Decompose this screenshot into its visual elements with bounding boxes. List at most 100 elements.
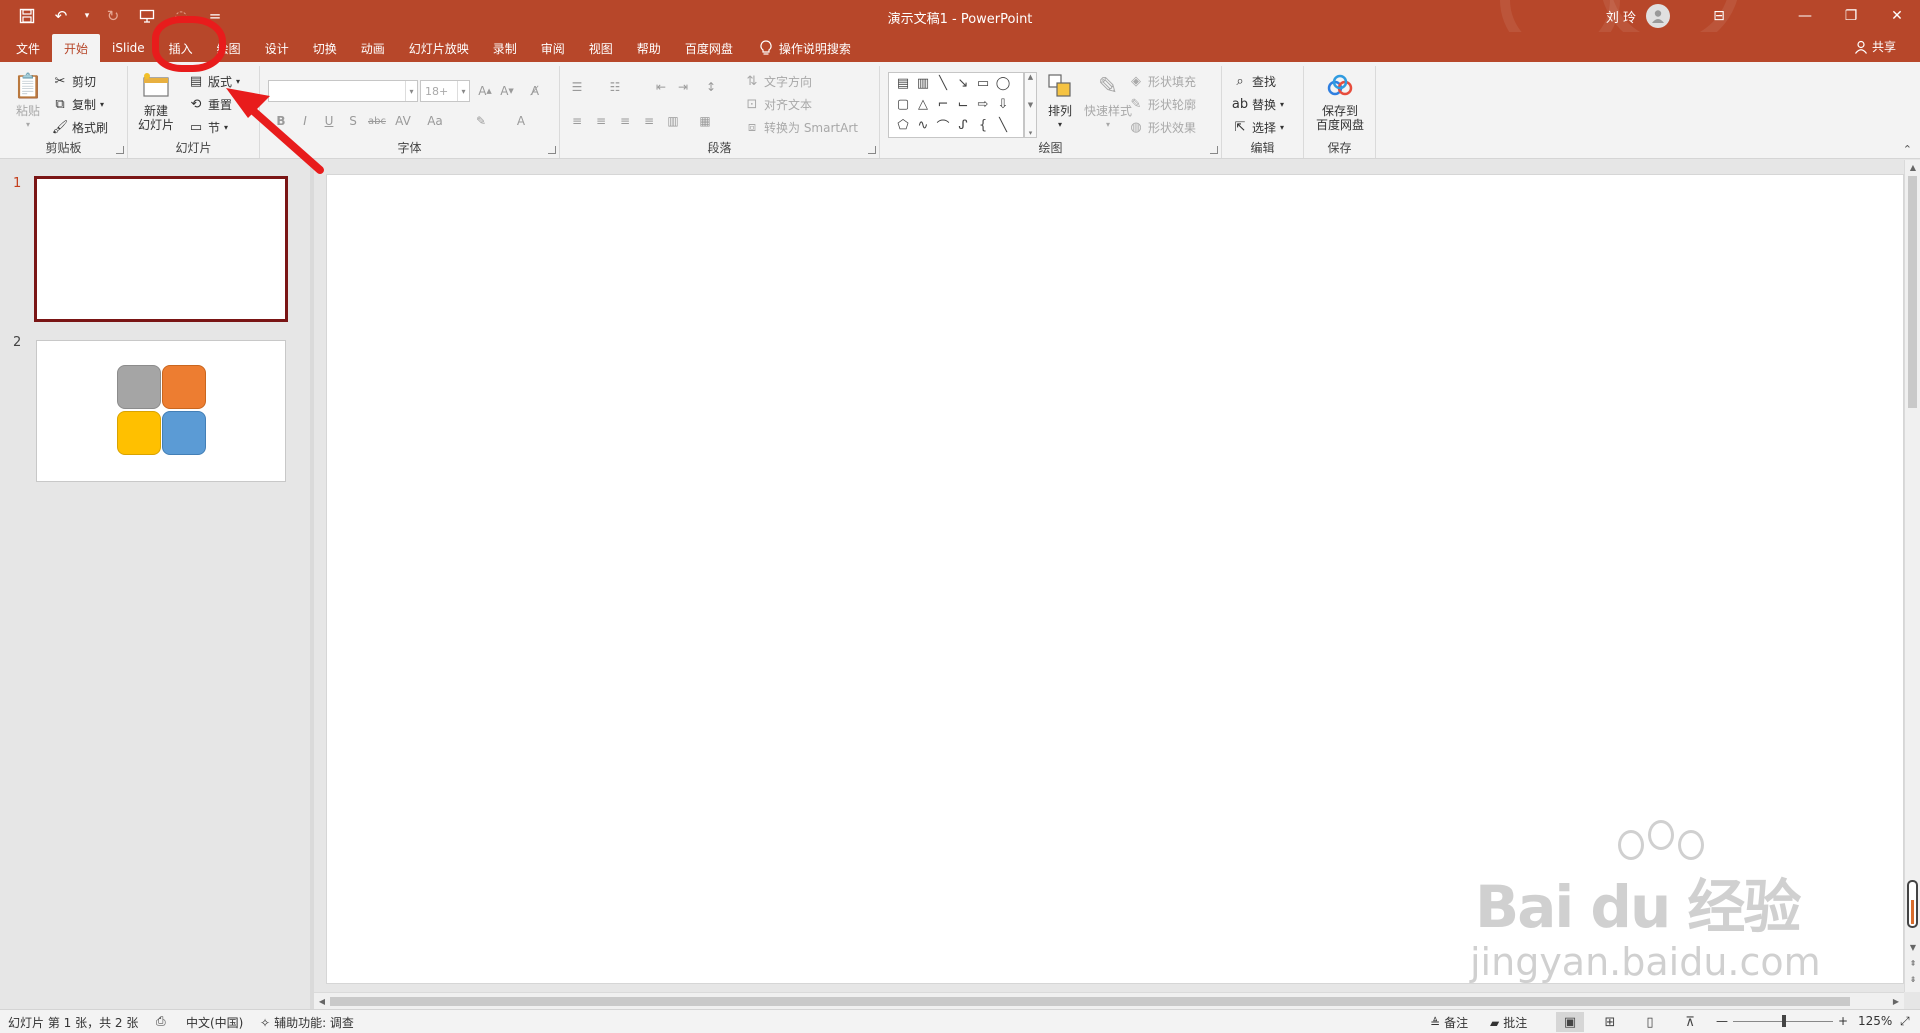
format-painter-button[interactable]: 🖌 格式刷 — [52, 117, 108, 137]
shapes-gallery[interactable]: ▤ ▥ ╲ ↘ ▭ ◯ ▢ △ ⌐ ⌙ ⇨ ⇩ ⬠ ∿ ⌒ ᔑ { ╲ — [888, 72, 1024, 138]
normal-view-icon[interactable]: ▣ — [1556, 1012, 1584, 1032]
spellcheck-icon[interactable]: ⎙ — [156, 1014, 166, 1029]
user-account[interactable]: 刘 玲 — [1606, 4, 1670, 28]
highlight-icon[interactable]: ✎ — [470, 110, 492, 132]
shape-textbox-icon[interactable]: ▤ — [893, 73, 913, 94]
shape-right-arrow-icon[interactable]: ⇨ — [973, 94, 993, 115]
vertical-scroll-thumb[interactable] — [1908, 176, 1917, 408]
increase-indent-icon[interactable]: ⇥ — [672, 76, 694, 98]
gallery-more-icon[interactable]: ▾ — [1029, 129, 1033, 137]
shrink-font-icon[interactable]: A ▼ — [496, 80, 518, 102]
shape-arc-icon[interactable]: ⌒ — [933, 115, 953, 136]
columns-icon[interactable]: ▦ — [694, 110, 716, 132]
previous-slide-icon[interactable]: ⇞ — [1905, 956, 1920, 970]
zoom-slider[interactable] — [1733, 1015, 1833, 1027]
scroll-position-indicator[interactable] — [1907, 880, 1918, 928]
shape-vtextbox-icon[interactable]: ▥ — [913, 73, 933, 94]
scroll-right-icon[interactable]: ▶ — [1888, 994, 1904, 1008]
vertical-scrollbar[interactable]: ▲ ▼ ⇞ ⇟ — [1904, 160, 1920, 992]
tab-review[interactable]: 审阅 — [529, 34, 577, 62]
font-launcher-icon[interactable] — [548, 146, 556, 154]
reset-button[interactable]: ⟲ 重置 — [188, 94, 232, 114]
shape-brace-icon[interactable]: { — [973, 115, 993, 136]
scroll-down-icon[interactable]: ▼ — [1905, 940, 1920, 954]
strikethrough-icon[interactable]: abc — [366, 110, 388, 132]
accessibility-indicator[interactable]: ✧ 辅助功能: 调查 — [260, 1014, 354, 1031]
avatar[interactable] — [1646, 4, 1670, 28]
clear-formatting-icon[interactable]: A̸ — [524, 80, 546, 102]
clipboard-launcher-icon[interactable] — [116, 146, 124, 154]
minimize-icon[interactable]: — — [1782, 0, 1828, 32]
slideshow-view-icon[interactable]: ⊼ — [1676, 1012, 1704, 1032]
paragraph-launcher-icon[interactable] — [868, 146, 876, 154]
scroll-up-icon[interactable]: ▲ — [1905, 160, 1920, 174]
shapes-gallery-scroll[interactable]: ▲ ▼ ▾ — [1024, 72, 1037, 138]
section-button[interactable]: ▭ 节 ▾ — [188, 117, 228, 137]
underline-icon[interactable]: U — [318, 110, 340, 132]
tab-design[interactable]: 设计 — [253, 34, 301, 62]
align-left-icon[interactable]: ≡ — [566, 110, 588, 132]
tell-me-search[interactable]: 操作说明搜索 — [745, 34, 851, 62]
distributed-icon[interactable]: ▥ — [662, 110, 684, 132]
change-case-icon[interactable]: Aa — [424, 110, 446, 132]
gallery-up-icon[interactable]: ▲ — [1028, 73, 1033, 81]
shape-line-icon[interactable]: ╲ — [933, 73, 953, 94]
scroll-left-icon[interactable]: ◀ — [314, 994, 330, 1008]
language-indicator[interactable]: 中文(中国) — [186, 1014, 243, 1031]
line-spacing-icon[interactable]: ↕ — [700, 76, 722, 98]
replace-button[interactable]: ab 替换 ▾ — [1232, 94, 1284, 114]
shape-rounded-rect-icon[interactable]: ▢ — [893, 94, 913, 115]
italic-icon[interactable]: I — [294, 110, 316, 132]
save-to-baidu-button[interactable]: 保存到 百度网盘 — [1312, 70, 1368, 132]
text-shadow-icon[interactable]: S — [342, 110, 364, 132]
shape-rectangle-icon[interactable]: ▭ — [973, 73, 993, 94]
shape-effects-button[interactable]: ◍ 形状效果 — [1128, 117, 1196, 137]
tab-view[interactable]: 视图 — [577, 34, 625, 62]
copy-button[interactable]: ⧉ 复制 ▾ — [52, 94, 104, 114]
select-button[interactable]: ⇱ 选择 ▾ — [1232, 117, 1284, 137]
tab-file[interactable]: 文件 — [4, 34, 52, 62]
character-spacing-icon[interactable]: AV — [392, 110, 414, 132]
tab-transitions[interactable]: 切换 — [301, 34, 349, 62]
text-direction-button[interactable]: ⇅ 文字方向 — [744, 71, 812, 91]
slide-sorter-view-icon[interactable]: ⊞ — [1596, 1012, 1624, 1032]
next-slide-icon[interactable]: ⇟ — [1905, 972, 1920, 986]
gallery-down-icon[interactable]: ▼ — [1028, 101, 1033, 109]
bold-icon[interactable]: B — [270, 110, 292, 132]
tab-slideshow[interactable]: 幻灯片放映 — [397, 34, 481, 62]
arrange-button[interactable]: 排列 ▾ — [1042, 70, 1078, 132]
shape-elbow-icon[interactable]: ⌙ — [953, 94, 973, 115]
shape-curve-icon[interactable]: ∿ — [913, 115, 933, 136]
zoom-slider-thumb[interactable] — [1782, 1015, 1786, 1027]
reading-view-icon[interactable]: ▯ — [1636, 1012, 1664, 1032]
shape-oval-icon[interactable]: ◯ — [993, 73, 1013, 94]
shape-pentagon-icon[interactable]: ⬠ — [893, 115, 913, 136]
align-right-icon[interactable]: ≡ — [614, 110, 636, 132]
numbering-icon[interactable]: ☷ — [604, 76, 626, 98]
comments-button[interactable]: ▰ 批注 — [1490, 1014, 1527, 1031]
shape-freeform-icon[interactable]: ᔑ — [953, 115, 973, 136]
zoom-out-icon[interactable]: — — [1716, 1014, 1728, 1028]
font-size-combo[interactable]: 18+ ▾ — [420, 80, 470, 102]
grow-font-icon[interactable]: A ▲ — [474, 80, 496, 102]
cut-button[interactable]: ✂ 剪切 — [52, 71, 96, 91]
shape-triangle-icon[interactable]: △ — [913, 94, 933, 115]
bullets-icon[interactable]: ☰ — [566, 76, 588, 98]
tab-islide[interactable]: iSlide — [100, 34, 157, 62]
slide-thumbnail-2[interactable] — [36, 340, 286, 482]
tab-home[interactable]: 开始 — [52, 34, 101, 62]
shape-down-arrow-icon[interactable]: ⇩ — [993, 94, 1013, 115]
smartart-button[interactable]: ⧈ 转换为 SmartArt — [744, 117, 858, 137]
slide-thumbnail-1[interactable] — [34, 176, 288, 322]
fit-to-window-icon[interactable]: ⤢ — [1900, 1014, 1910, 1029]
tab-help[interactable]: 帮助 — [625, 34, 673, 62]
font-name-combo[interactable]: ▾ — [268, 80, 418, 102]
decrease-indent-icon[interactable]: ⇤ — [650, 76, 672, 98]
shape-arrow-line-icon[interactable]: ↘ — [953, 73, 973, 94]
zoom-level[interactable]: 125% — [1858, 1014, 1892, 1028]
tab-record[interactable]: 录制 — [481, 34, 529, 62]
align-text-button[interactable]: ⊡ 对齐文本 — [744, 94, 812, 114]
close-icon[interactable]: ✕ — [1874, 0, 1920, 32]
shape-fill-button[interactable]: ◈ 形状填充 — [1128, 71, 1196, 91]
new-slide-button[interactable]: 新建 幻灯片 — [134, 70, 178, 132]
